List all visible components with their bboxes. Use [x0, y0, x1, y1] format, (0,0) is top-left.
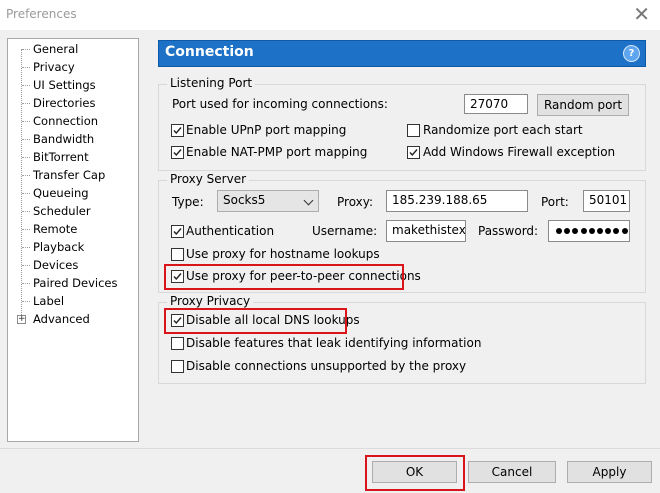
chevron-down-icon — [303, 195, 314, 206]
sidebar-item-queueing[interactable]: Queueing — [33, 186, 89, 200]
randomize-label: Randomize port each start — [423, 123, 583, 137]
window-title: Preferences — [6, 7, 77, 21]
firewall-label: Add Windows Firewall exception — [423, 145, 616, 159]
upnp-label: Enable UPnP port mapping — [186, 123, 347, 137]
proxy-port-input[interactable]: 50101 — [583, 190, 630, 212]
proxy-address-input[interactable]: 185.239.188.65 — [386, 190, 528, 212]
sidebar-item-label[interactable]: Label — [33, 294, 64, 308]
natpmp-label: Enable NAT-PMP port mapping — [186, 145, 368, 159]
sidebar-item-transfer-cap[interactable]: Transfer Cap — [33, 168, 105, 182]
port-label: Port used for incoming connections: — [172, 97, 388, 111]
sidebar-item-scheduler[interactable]: Scheduler — [33, 204, 91, 218]
listening-port-title: Listening Port — [167, 76, 256, 90]
natpmp-checkbox[interactable] — [171, 146, 184, 159]
category-tree: + General Privacy UI Settings Directorie… — [7, 38, 139, 442]
port-input[interactable]: 27070 — [464, 94, 528, 114]
upnp-checkbox[interactable] — [171, 124, 184, 137]
sidebar-item-bandwidth[interactable]: Bandwidth — [33, 132, 94, 146]
unsupported-connections-checkbox[interactable] — [171, 360, 184, 373]
username-input[interactable]: makethistext — [386, 220, 466, 242]
button-bar — [0, 449, 660, 493]
leak-info-checkbox[interactable] — [171, 337, 184, 350]
username-label: Username: — [312, 224, 378, 238]
firewall-checkbox[interactable] — [407, 146, 420, 159]
proxy-server-title: Proxy Server — [167, 172, 250, 186]
random-port-button[interactable]: Random port — [537, 94, 629, 116]
sidebar-item-directories[interactable]: Directories — [33, 96, 95, 110]
proxy-privacy-title: Proxy Privacy — [167, 294, 254, 308]
highlight-box — [164, 308, 347, 334]
proxy-label: Proxy: — [337, 195, 374, 209]
hostname-lookups-checkbox[interactable] — [171, 248, 184, 261]
password-label: Password: — [478, 224, 539, 238]
sidebar-item-advanced[interactable]: Advanced — [33, 312, 90, 326]
section-title: Connection — [165, 44, 254, 60]
sidebar-item-connection[interactable]: Connection — [33, 114, 98, 128]
sidebar-item-bittorrent[interactable]: BitTorrent — [33, 150, 89, 164]
password-input[interactable] — [548, 220, 630, 242]
hostname-lookups-label: Use proxy for hostname lookups — [186, 247, 380, 261]
sidebar-item-playback[interactable]: Playback — [33, 240, 84, 254]
proxy-type-value: Socks5 — [223, 193, 266, 207]
authentication-label: Authentication — [186, 224, 275, 238]
sidebar-item-paired-devices[interactable]: Paired Devices — [33, 276, 118, 290]
type-label: Type: — [172, 195, 204, 209]
highlight-box — [365, 455, 465, 491]
apply-button[interactable]: Apply — [567, 461, 652, 483]
sidebar-item-privacy[interactable]: Privacy — [33, 60, 75, 74]
password-mask — [556, 228, 629, 235]
leak-info-label: Disable features that leak identifying i… — [186, 336, 482, 350]
title-bar: Preferences ✕ — [0, 0, 660, 30]
highlight-box — [164, 264, 404, 290]
proxy-port-label: Port: — [541, 195, 569, 209]
section-header: Connection ? — [158, 40, 646, 67]
sidebar-item-devices[interactable]: Devices — [33, 258, 78, 272]
sidebar-item-remote[interactable]: Remote — [33, 222, 77, 236]
authentication-checkbox[interactable] — [171, 225, 184, 238]
sidebar-item-general[interactable]: General — [33, 42, 78, 56]
close-icon[interactable]: ✕ — [633, 3, 650, 25]
proxy-type-select[interactable]: Socks5 — [217, 190, 319, 212]
cancel-button[interactable]: Cancel — [468, 461, 556, 483]
help-icon[interactable]: ? — [623, 45, 640, 62]
randomize-checkbox[interactable] — [407, 124, 420, 137]
expand-icon[interactable]: + — [17, 315, 26, 324]
unsupported-connections-label: Disable connections unsupported by the p… — [186, 359, 467, 373]
sidebar-item-ui-settings[interactable]: UI Settings — [33, 78, 96, 92]
